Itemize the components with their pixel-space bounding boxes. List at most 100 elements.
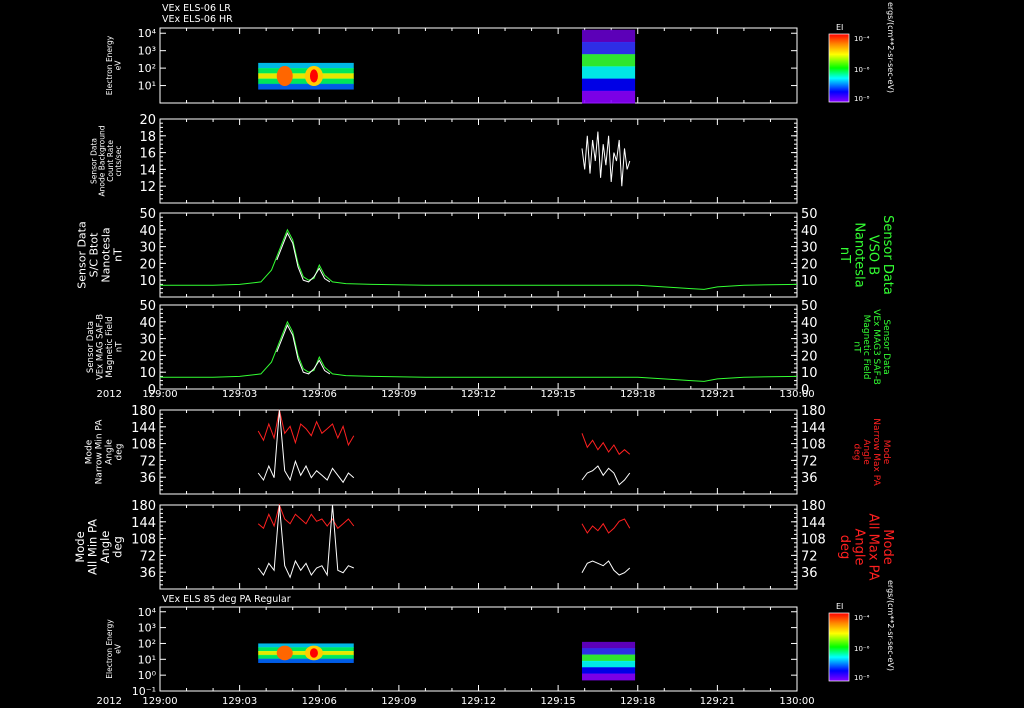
time-tick-label: 129:12	[461, 389, 496, 400]
spectrogram-band	[582, 660, 636, 668]
chart-panel-1: 10⁴10³10²10¹Electron Energy eV	[105, 27, 798, 104]
series-line	[276, 324, 331, 375]
time-tick-label: 129:12	[461, 696, 496, 707]
colorbar-tick: 10⁻⁶	[854, 66, 870, 74]
spectrogram-block	[258, 62, 354, 90]
y-tick-label: 10³	[138, 622, 156, 635]
series-line	[581, 465, 631, 486]
y-tick-label: 40	[139, 224, 156, 239]
colorbar-units: ergs/(cm**2-sr-sec-eV)	[886, 2, 895, 93]
panel-frame	[159, 27, 798, 104]
spectrogram-band	[258, 62, 354, 69]
year-label: 2012	[97, 696, 122, 707]
y-axis-label-right: deg	[851, 444, 861, 461]
y-tick-label-right: 10	[801, 366, 818, 381]
colorbar-tick: 10⁻⁴	[854, 614, 870, 622]
y-tick-label: 20	[139, 113, 156, 128]
panel-frame	[159, 304, 798, 390]
time-tick-label: 130:00	[779, 389, 814, 400]
hotspot	[276, 65, 293, 87]
spectrogram-band	[582, 54, 636, 67]
colorbar-top: EI 10⁻⁴ 10⁻⁶ 10⁻⁸ ergs/(cm**2-sr-sec-eV)	[828, 2, 895, 103]
y-tick-label: 10²	[138, 62, 156, 75]
y-tick-label-right: 108	[801, 438, 826, 453]
spectrogram-band	[582, 41, 636, 55]
spectrogram-band	[258, 83, 354, 90]
y-tick-label: 10	[139, 274, 156, 289]
y-tick-label-right: 36	[801, 566, 818, 581]
y-tick-label-right: 144	[801, 421, 826, 436]
colorbar-tick: 10⁻⁶	[854, 645, 870, 653]
spectrogram-band	[582, 673, 636, 681]
y-tick-label: 10¹	[138, 653, 156, 666]
colorbar-tick: 10⁻⁸	[854, 95, 870, 103]
y-tick-label-right: 180	[801, 499, 826, 514]
y-axis-label: deg	[114, 444, 124, 461]
spectrogram-band	[582, 648, 636, 656]
panel-frame	[159, 118, 798, 204]
colorbar-units: ergs/(cm**2-sr-sec-eV)	[886, 580, 895, 671]
y-tick-label-right: 36	[801, 471, 818, 486]
colorbar-tick: 10⁻⁸	[854, 674, 870, 682]
bottom-panel-title: VEx ELS 85 deg PA Regular	[162, 594, 291, 605]
series-line	[276, 232, 331, 283]
time-tick-label: 129:09	[381, 696, 416, 707]
y-axis-label: eV	[113, 60, 122, 71]
y-tick-label-right: 10	[801, 274, 818, 289]
y-tick-label: 30	[139, 333, 156, 348]
series-line	[160, 320, 798, 382]
y-tick-label: 10⁴	[138, 27, 157, 40]
y-tick-label: 36	[139, 566, 156, 581]
spectrogram-band	[258, 658, 354, 663]
y-axis-label: S/C Btot	[87, 232, 100, 277]
time-tick-label: 129:00	[142, 389, 177, 400]
y-tick-label: 180	[131, 404, 156, 419]
y-tick-label: 20	[139, 257, 156, 272]
colorbar-tick: 10⁻⁴	[854, 35, 870, 43]
spectrogram-band	[582, 90, 636, 104]
y-axis-label-right: Mode	[880, 529, 895, 564]
hotspot	[276, 645, 293, 661]
colorbar-gradient	[828, 612, 850, 682]
y-tick-label-right: 40	[801, 316, 818, 331]
header-line2: VEx ELS-06 HR	[162, 14, 233, 25]
y-tick-label: 180	[131, 499, 156, 514]
y-axis-label: Angle	[104, 439, 114, 465]
y-tick-label: 10²	[138, 637, 156, 650]
y-tick-label-right: 144	[801, 516, 826, 531]
y-tick-label: 108	[131, 438, 156, 453]
colorbar-bottom: EI 10⁻⁴ 10⁻⁶ 10⁻⁸ ergs/(cm**2-sr-sec-eV)	[828, 580, 895, 682]
time-tick-label: 129:06	[302, 389, 337, 400]
space-plasma-summary-plot: VEx ELS-06 LR VEx ELS-06 HR VEx ELS 85 d…	[73, 2, 895, 707]
y-axis-label-right: Magnetic Field	[861, 315, 871, 380]
series-line	[581, 131, 631, 187]
spectrogram-band	[582, 654, 636, 662]
panels: 10⁴10³10²10¹Electron Energy eV2018161412S…	[73, 27, 895, 707]
time-tick-label: 129:15	[541, 389, 576, 400]
chart-panel-2: 2018161412Sensor Data Anode Background Cou…	[89, 113, 798, 204]
y-tick-label: 10	[139, 366, 156, 381]
y-axis-label-right: nT	[837, 247, 852, 263]
y-tick-label: 50	[139, 299, 156, 314]
y-axis-label-right: All Max PA	[866, 513, 881, 580]
y-tick-label: 10⁰	[138, 669, 157, 682]
y-tick-label-right: 50	[801, 207, 818, 222]
y-axis-label-right: Mode	[881, 440, 891, 465]
y-tick-label-right: 30	[801, 241, 818, 256]
y-tick-label: 18	[139, 130, 156, 145]
series-line	[160, 228, 798, 290]
colorbar-label: EI	[836, 23, 843, 32]
hotspot	[309, 648, 318, 658]
y-tick-label: 36	[139, 471, 156, 486]
y-tick-label: 14	[139, 163, 156, 178]
series-line	[581, 560, 631, 576]
y-tick-label: 10¹	[138, 80, 156, 93]
y-axis-label: cnts/sec	[114, 146, 123, 177]
spectrogram-band	[582, 641, 636, 649]
time-tick-label: 129:18	[620, 696, 655, 707]
time-tick-label: 129:18	[620, 389, 655, 400]
y-tick-label-right: 72	[801, 454, 818, 469]
spectrogram-band	[582, 78, 636, 92]
y-axis-label: nT	[112, 248, 125, 262]
y-tick-label: 144	[131, 516, 156, 531]
